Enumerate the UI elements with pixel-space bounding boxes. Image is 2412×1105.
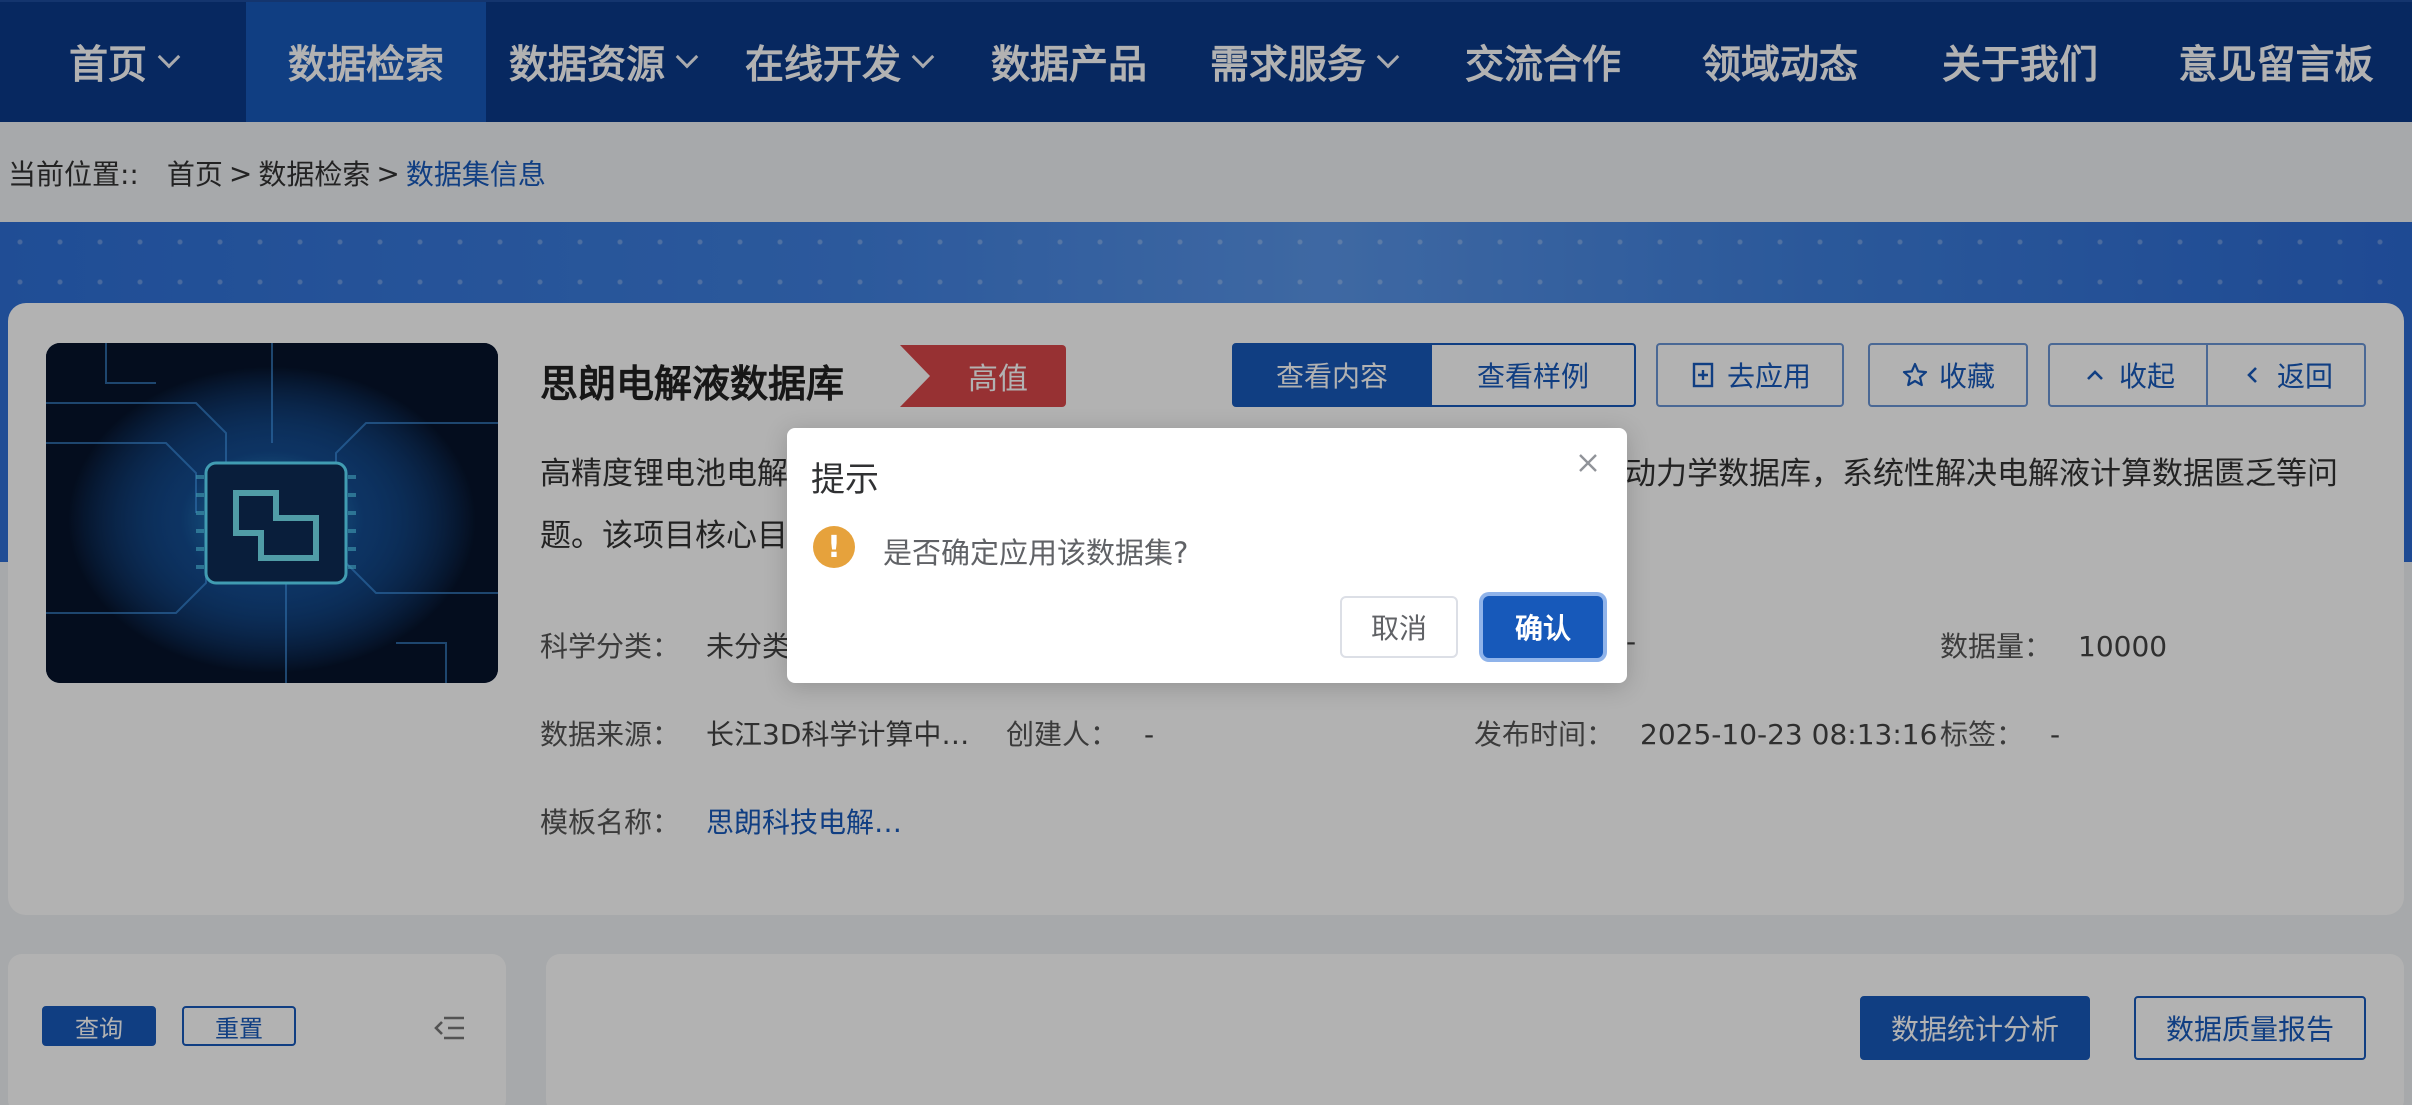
close-icon[interactable]	[1572, 447, 1604, 479]
confirm-dialog: 提示 ! 是否确定应用该数据集? 取消 确认	[787, 428, 1627, 683]
dialog-message: 是否确定应用该数据集?	[883, 536, 1189, 570]
confirm-button[interactable]: 确认	[1483, 596, 1603, 658]
warning-icon: !	[813, 526, 855, 568]
dialog-title: 提示	[811, 460, 879, 500]
cancel-button[interactable]: 取消	[1340, 596, 1458, 658]
